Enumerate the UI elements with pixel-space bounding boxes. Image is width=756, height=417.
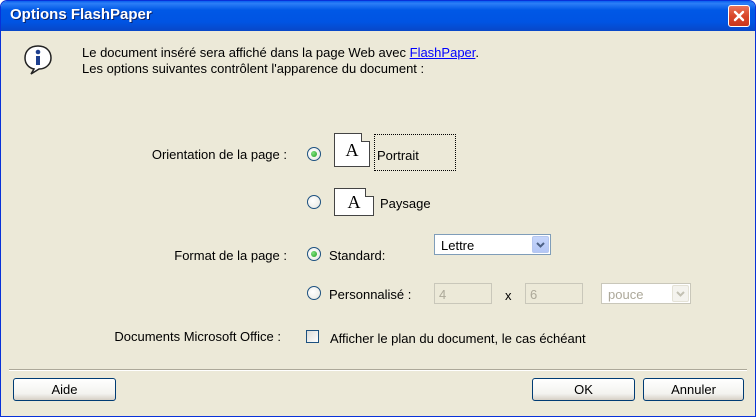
paysage-label[interactable]: Paysage bbox=[380, 196, 431, 211]
dropdown-button[interactable] bbox=[672, 285, 689, 302]
portrait-label[interactable]: Portrait bbox=[374, 134, 456, 171]
paysage-radio[interactable] bbox=[307, 195, 321, 209]
custom-label[interactable]: Personnalisé : bbox=[329, 287, 411, 302]
radio-selected-dot bbox=[311, 251, 317, 257]
dimension-separator: x bbox=[505, 288, 512, 303]
radio-selected-dot bbox=[311, 151, 317, 157]
chevron-down-icon bbox=[676, 290, 685, 297]
info-icon bbox=[24, 45, 52, 75]
cancel-button[interactable]: Annuler bbox=[643, 378, 744, 401]
ok-button[interactable]: OK bbox=[532, 378, 635, 401]
paysage-page-icon: A bbox=[334, 188, 374, 216]
info-line1-prefix: Le document inséré sera affiché dans la … bbox=[82, 45, 410, 60]
close-icon bbox=[733, 10, 745, 22]
portrait-page-icon: A bbox=[334, 133, 370, 167]
title-bar[interactable]: Options FlashPaper bbox=[1, 1, 755, 31]
dropdown-button[interactable] bbox=[532, 236, 549, 253]
outline-checkbox[interactable] bbox=[306, 330, 319, 343]
orientation-label: Orientation de la page : bbox=[151, 147, 287, 162]
close-button[interactable] bbox=[728, 5, 750, 27]
options-dialog: Options FlashPaper Le document inséré se… bbox=[0, 0, 756, 417]
standard-format-select[interactable]: Lettre bbox=[434, 234, 551, 255]
dialog-body: Le document inséré sera affiché dans la … bbox=[4, 31, 752, 414]
separator bbox=[9, 369, 747, 371]
unit-select[interactable]: pouce bbox=[601, 283, 691, 304]
info-text-line2: Les options suivantes contrôlent l'appar… bbox=[82, 61, 425, 76]
standard-format-value: Lettre bbox=[441, 238, 475, 253]
format-label: Format de la page : bbox=[174, 248, 287, 263]
chevron-down-icon bbox=[536, 241, 545, 248]
custom-width-input[interactable]: 4 bbox=[434, 283, 492, 304]
custom-height-input[interactable]: 6 bbox=[525, 283, 583, 304]
info-line1-suffix: . bbox=[475, 45, 480, 60]
office-label: Documents Microsoft Office : bbox=[114, 329, 281, 344]
outline-checkbox-label[interactable]: Afficher le plan du document, le cas éch… bbox=[330, 331, 586, 346]
unit-value: pouce bbox=[608, 287, 644, 302]
info-text-line1: Le document inséré sera affiché dans la … bbox=[82, 45, 479, 60]
standard-label[interactable]: Standard: bbox=[329, 248, 385, 263]
standard-radio[interactable] bbox=[307, 247, 321, 261]
window-title: Options FlashPaper bbox=[10, 6, 152, 23]
custom-radio[interactable] bbox=[307, 286, 321, 300]
flashpaper-link[interactable]: FlashPaper bbox=[410, 45, 476, 60]
portrait-radio[interactable] bbox=[307, 147, 321, 161]
help-button[interactable]: Aide bbox=[13, 378, 116, 401]
